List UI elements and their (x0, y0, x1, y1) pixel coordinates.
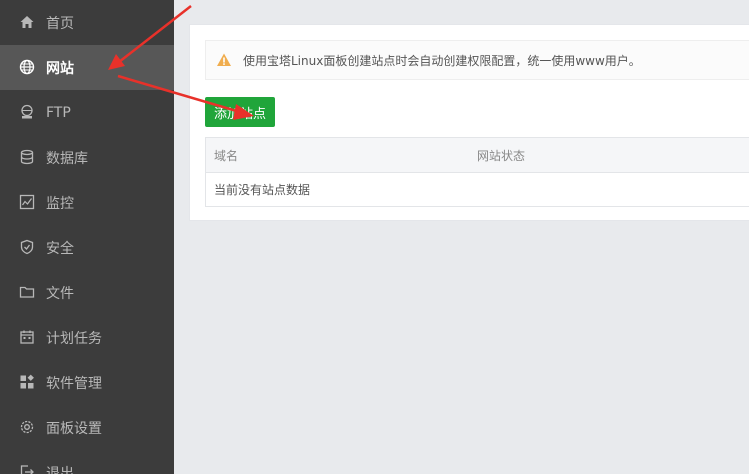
monitor-chart-icon (18, 193, 36, 211)
database-icon (18, 148, 36, 166)
sidebar-item-label: 安全 (46, 240, 74, 257)
sidebar-item-label: 网站 (46, 60, 74, 77)
sidebar-item-website[interactable]: 网站 (0, 45, 174, 90)
home-icon (18, 13, 36, 31)
sidebar-item-ftp[interactable]: FTP (0, 90, 174, 135)
sidebar-item-label: 文件 (46, 285, 74, 302)
sidebar-item-database[interactable]: 数据库 (0, 135, 174, 180)
sidebar: 首页 网站 FTP 数据库 监控 安全 文件 计划任务 软件管理 面板设置 退出 (0, 0, 174, 474)
table-header: 域名 网站状态 (206, 138, 749, 173)
warning-icon (216, 52, 232, 68)
folder-icon (18, 283, 36, 301)
globe-icon (18, 58, 36, 76)
column-header-domain[interactable]: 域名 (214, 147, 238, 164)
apps-icon (18, 373, 36, 391)
sidebar-item-home[interactable]: 首页 (0, 0, 174, 45)
sidebar-item-monitor[interactable]: 监控 (0, 180, 174, 225)
site-table: 域名 网站状态 当前没有站点数据 (205, 137, 749, 207)
sidebar-item-label: 计划任务 (46, 330, 102, 347)
sidebar-item-label: 监控 (46, 195, 74, 212)
sidebar-item-logout[interactable]: 退出 (0, 450, 174, 474)
alert-message: 使用宝塔Linux面板创建站点时会自动创建权限配置，统一使用www用户。 (243, 53, 641, 68)
sidebar-item-label: 软件管理 (46, 375, 102, 392)
sidebar-item-label: 面板设置 (46, 420, 102, 437)
site-panel: 使用宝塔Linux面板创建站点时会自动创建权限配置，统一使用www用户。 添加站… (189, 24, 749, 221)
sidebar-item-files[interactable]: 文件 (0, 270, 174, 315)
sidebar-item-label: FTP (46, 104, 71, 121)
empty-table-message: 当前没有站点数据 (214, 183, 311, 197)
sidebar-item-label: 退出 (46, 465, 74, 474)
sidebar-item-label: 首页 (46, 15, 74, 32)
column-header-status[interactable]: 网站状态 (477, 147, 525, 164)
info-alert: 使用宝塔Linux面板创建站点时会自动创建权限配置，统一使用www用户。 (205, 40, 749, 80)
shield-icon (18, 238, 36, 256)
sidebar-item-panel-settings[interactable]: 面板设置 (0, 405, 174, 450)
sidebar-item-software[interactable]: 软件管理 (0, 360, 174, 405)
add-site-button[interactable]: 添加站点 (205, 97, 275, 127)
calendar-icon (18, 328, 36, 346)
sidebar-item-security[interactable]: 安全 (0, 225, 174, 270)
ftp-icon (18, 103, 36, 121)
sidebar-item-cron[interactable]: 计划任务 (0, 315, 174, 360)
sidebar-item-label: 数据库 (46, 150, 88, 167)
logout-icon (18, 463, 36, 474)
gear-icon (18, 418, 36, 436)
